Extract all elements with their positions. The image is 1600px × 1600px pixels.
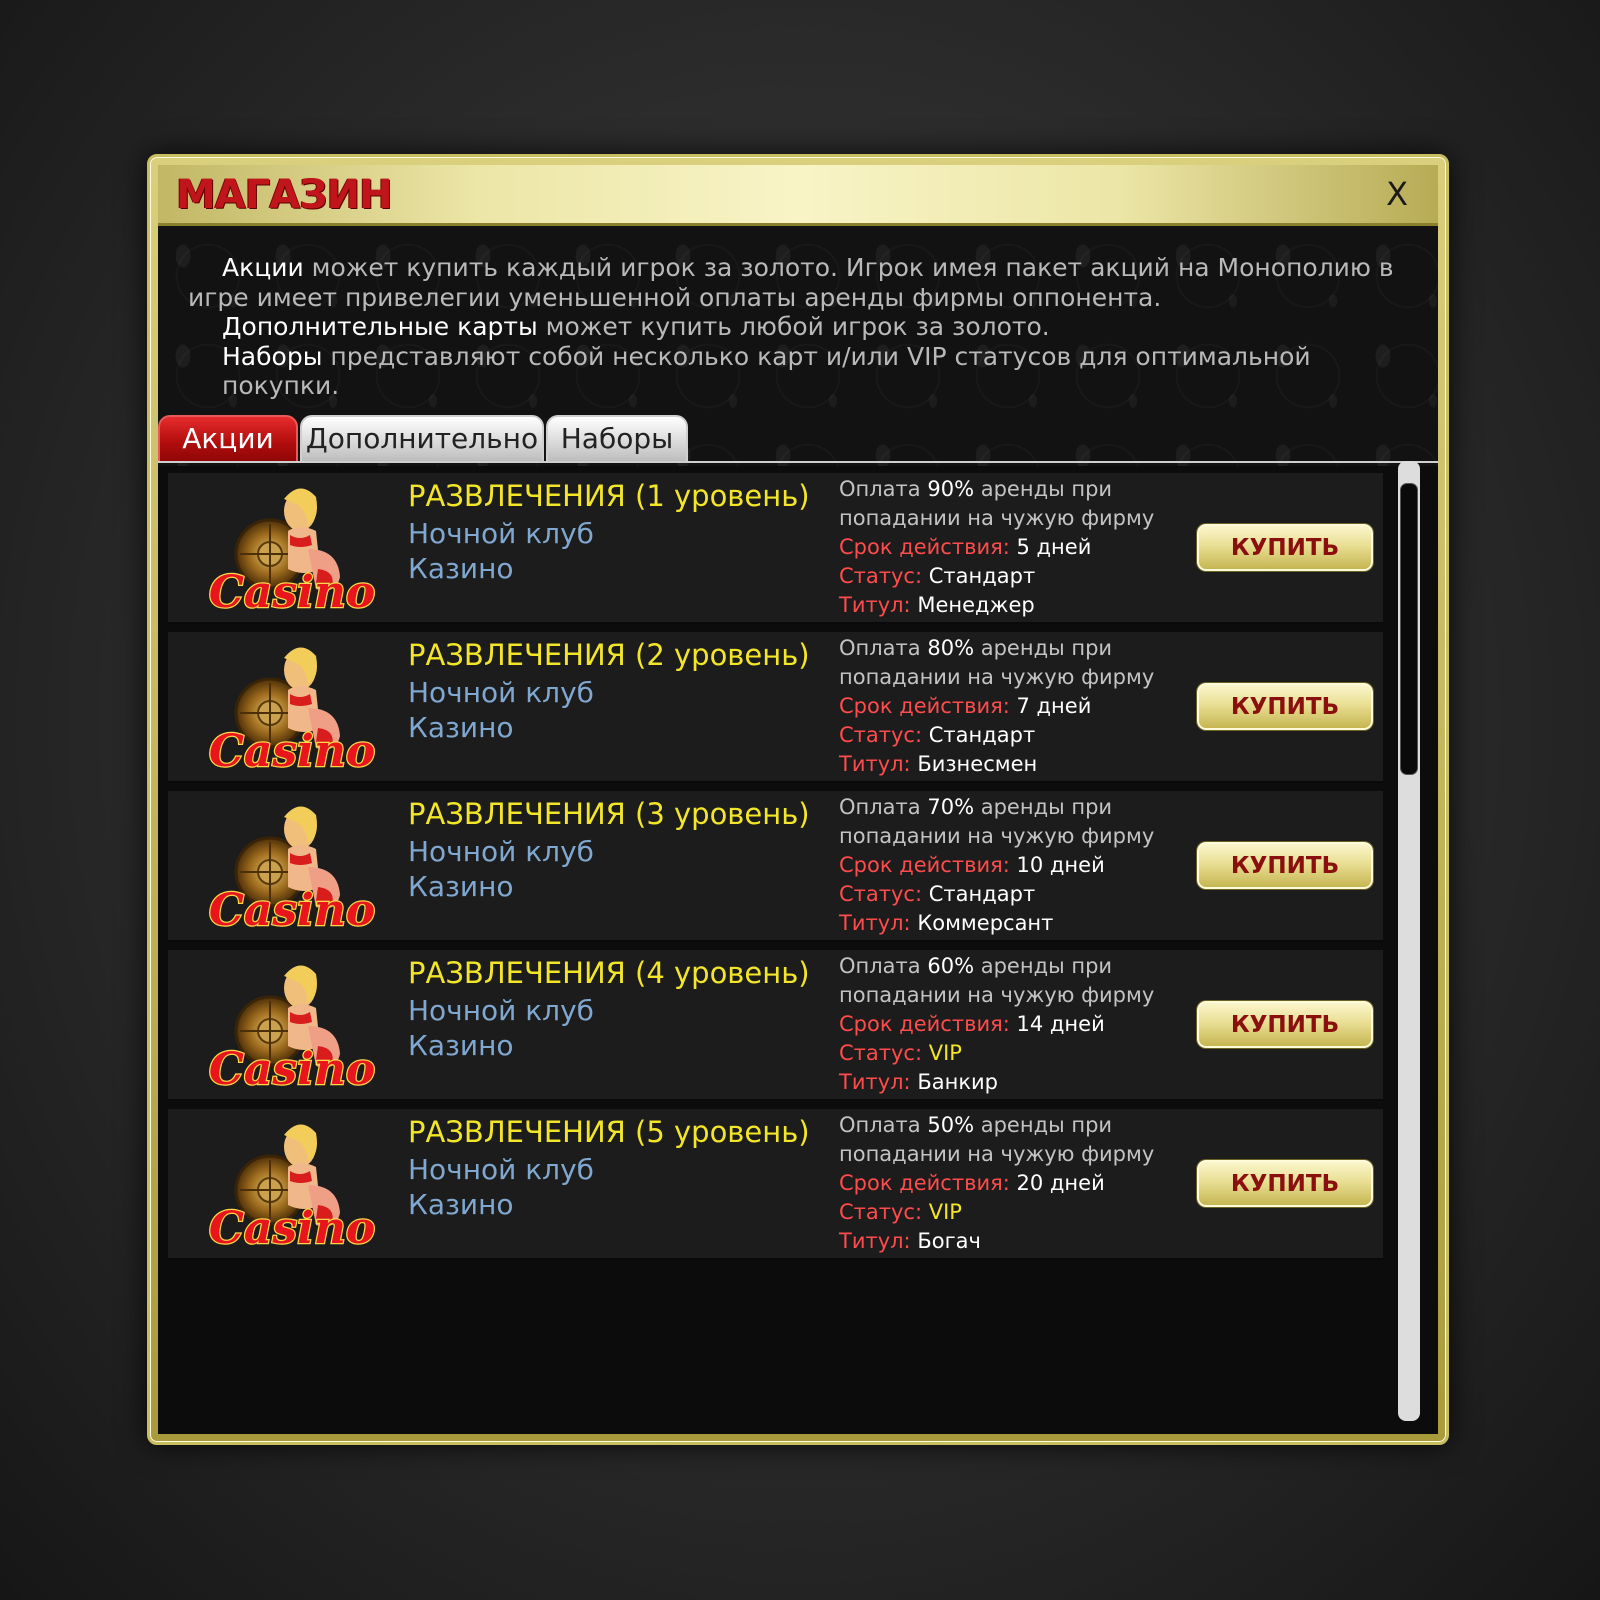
- scrollbar-thumb[interactable]: [1400, 483, 1418, 775]
- buy-button[interactable]: КУПИТЬ: [1197, 1001, 1373, 1048]
- item-title: Титул: Банкир: [839, 1070, 998, 1094]
- item-payment-line: Оплата 90% аренды при: [839, 477, 1113, 501]
- item-status: Статус: VIP: [839, 1200, 962, 1224]
- item-name: РАЗВЛЕЧЕНИЯ (1 уровень): [408, 479, 810, 513]
- item-info: Оплата 70% аренды при попадании на чужую…: [839, 793, 1169, 938]
- scrollbar[interactable]: [1398, 461, 1420, 1421]
- item-business-1: Ночной клуб: [408, 835, 594, 868]
- item-business-2: Казино: [408, 1188, 514, 1221]
- item-business-2: Казино: [408, 1029, 514, 1062]
- item-business-1: Ночной клуб: [408, 1153, 594, 1186]
- item-term: Срок действия: 5 дней: [839, 535, 1092, 559]
- casino-logo-icon: Casino: [208, 797, 378, 937]
- item-payment-line: Оплата 60% аренды при: [839, 954, 1113, 978]
- item-payment-line-2: попадании на чужую фирму: [839, 983, 1155, 1007]
- item-business-2: Казино: [408, 552, 514, 585]
- casino-logo-text: Casino: [209, 885, 375, 936]
- item-info: Оплата 60% аренды при попадании на чужую…: [839, 952, 1169, 1097]
- item-business-1: Ночной клуб: [408, 994, 594, 1027]
- shop-item-row: Casino РАЗВЛЕЧЕНИЯ (2 уровень) Ночной кл…: [168, 632, 1383, 783]
- item-business-2: Казино: [408, 870, 514, 903]
- item-term: Срок действия: 20 дней: [839, 1171, 1105, 1195]
- item-info: Оплата 90% аренды при попадании на чужую…: [839, 475, 1169, 620]
- item-status: Статус: VIP: [839, 1041, 962, 1065]
- casino-logo-text: Casino: [209, 726, 375, 777]
- casino-logo-text: Casino: [209, 1203, 375, 1254]
- item-name: РАЗВЛЕЧЕНИЯ (5 уровень): [408, 1115, 810, 1149]
- item-percent: 80%: [927, 636, 975, 660]
- casino-logo-text: Casino: [209, 567, 375, 618]
- description-paragraph-cards: Дополнительные карты может купить любой …: [222, 312, 1050, 341]
- shop-window-body: МАГАЗИН X Акции может купить каждый игро…: [158, 165, 1438, 1434]
- item-title: Титул: Коммерсант: [839, 911, 1054, 935]
- tab-additional[interactable]: Дополнительно: [300, 415, 544, 461]
- item-business-1: Ночной клуб: [408, 517, 594, 550]
- shop-item-row: Casino РАЗВЛЕЧЕНИЯ (5 уровень) Ночной кл…: [168, 1109, 1383, 1260]
- item-payment-line-2: попадании на чужую фирму: [839, 824, 1155, 848]
- shop-item-row: Casino РАЗВЛЕЧЕНИЯ (4 уровень) Ночной кл…: [168, 950, 1383, 1101]
- item-payment-line: Оплата 80% аренды при: [839, 636, 1113, 660]
- item-percent: 90%: [927, 477, 975, 501]
- casino-logo-text: Casino: [209, 1044, 375, 1095]
- casino-logo-icon: Casino: [208, 1115, 378, 1255]
- item-info: Оплата 50% аренды при попадании на чужую…: [839, 1111, 1169, 1256]
- item-name: РАЗВЛЕЧЕНИЯ (2 уровень): [408, 638, 810, 672]
- item-info: Оплата 80% аренды при попадании на чужую…: [839, 634, 1169, 779]
- item-term: Срок действия: 10 дней: [839, 853, 1105, 877]
- tab-sets[interactable]: Наборы: [546, 415, 688, 461]
- shop-item-row: Casino РАЗВЛЕЧЕНИЯ (3 уровень) Ночной кл…: [168, 791, 1383, 942]
- item-percent: 70%: [927, 795, 975, 819]
- shop-item-row: Casino РАЗВЛЕЧЕНИЯ (1 уровень) Ночной кл…: [168, 473, 1383, 624]
- item-payment-line: Оплата 70% аренды при: [839, 795, 1113, 819]
- casino-logo-icon: Casino: [208, 956, 378, 1096]
- item-business-2: Казино: [408, 711, 514, 744]
- description-paragraph-sets: Наборы представляют собой несколько карт…: [222, 341, 1311, 401]
- item-name: РАЗВЛЕЧЕНИЯ (3 уровень): [408, 797, 810, 831]
- item-percent: 50%: [927, 1113, 975, 1137]
- description-paragraph-shares: Акции может купить каждый игрок за золот…: [188, 253, 1394, 312]
- title-bar: МАГАЗИН X: [158, 165, 1438, 226]
- tab-shares[interactable]: Акции: [158, 415, 298, 461]
- item-payment-line-2: попадании на чужую фирму: [839, 506, 1155, 530]
- item-name: РАЗВЛЕЧЕНИЯ (4 уровень): [408, 956, 810, 990]
- item-status: Статус: Стандарт: [839, 882, 1036, 906]
- item-title: Титул: Богач: [839, 1229, 981, 1253]
- buy-button[interactable]: КУПИТЬ: [1197, 842, 1373, 889]
- close-button[interactable]: X: [1386, 175, 1408, 213]
- casino-logo-icon: Casino: [208, 479, 378, 619]
- shop-description: Акции может купить каждый игрок за золот…: [188, 253, 1408, 401]
- item-title: Титул: Бизнесмен: [839, 752, 1038, 776]
- item-percent: 60%: [927, 954, 975, 978]
- item-status: Статус: Стандарт: [839, 564, 1036, 588]
- item-payment-line: Оплата 50% аренды при: [839, 1113, 1113, 1137]
- item-title: Титул: Менеджер: [839, 593, 1035, 617]
- item-payment-line-2: попадании на чужую фирму: [839, 665, 1155, 689]
- casino-logo-icon: Casino: [208, 638, 378, 778]
- buy-button[interactable]: КУПИТЬ: [1197, 683, 1373, 730]
- item-business-1: Ночной клуб: [408, 676, 594, 709]
- shop-window: МАГАЗИН X Акции может купить каждый игро…: [147, 154, 1449, 1445]
- window-title: МАГАЗИН: [176, 172, 393, 218]
- tab-divider: [158, 461, 1438, 463]
- item-status: Статус: Стандарт: [839, 723, 1036, 747]
- buy-button[interactable]: КУПИТЬ: [1197, 1160, 1373, 1207]
- item-term: Срок действия: 7 дней: [839, 694, 1092, 718]
- buy-button[interactable]: КУПИТЬ: [1197, 524, 1373, 571]
- item-payment-line-2: попадании на чужую фирму: [839, 1142, 1155, 1166]
- item-term: Срок действия: 14 дней: [839, 1012, 1105, 1036]
